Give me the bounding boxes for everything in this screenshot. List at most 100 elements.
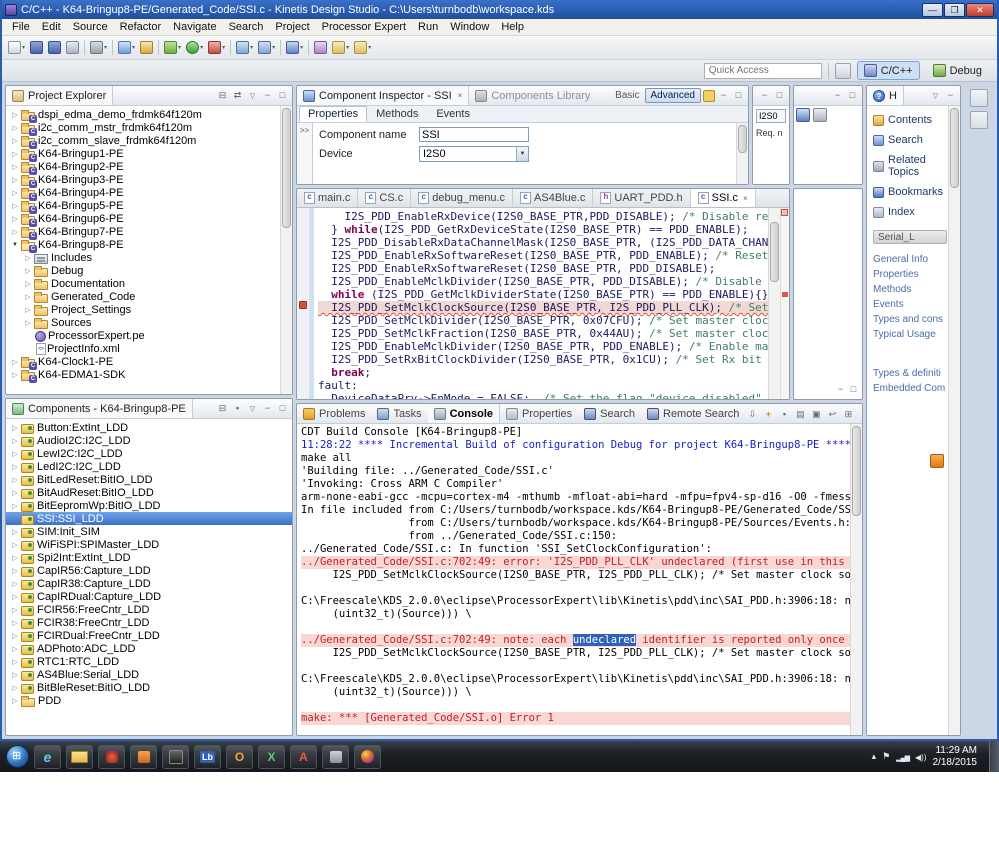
tree-expander-icon[interactable] — [10, 150, 20, 158]
tab-component-inspector[interactable]: Component Inspector - SSI — [297, 86, 470, 105]
console-scroll-down[interactable] — [745, 407, 759, 421]
minimize-icon[interactable] — [834, 383, 847, 396]
tree-expander-icon[interactable] — [10, 228, 20, 236]
minimize-icon[interactable] — [944, 89, 957, 102]
project-tree-item[interactable]: K64-Bringup4-PE — [6, 186, 280, 201]
minimized-view-button[interactable] — [970, 111, 988, 129]
code-line[interactable]: } while(I2S_PDD_GetRxDeviceState(I2S0_BA… — [318, 223, 768, 236]
toolbar-save-all[interactable] — [47, 40, 62, 55]
code-line[interactable]: I2S_PDD_EnableRxSoftwareReset(I2S0_BASE_… — [318, 262, 768, 275]
component-item[interactable]: CapIRDual:Capture_LDD — [6, 590, 292, 603]
tree-expander-icon[interactable] — [10, 593, 20, 601]
device-combo[interactable]: I2S0 — [419, 146, 529, 162]
action-center-icon[interactable] — [882, 751, 890, 762]
help-link[interactable]: Contents — [873, 114, 946, 126]
tab-components[interactable]: Components - K64-Bringup8-PE — [6, 399, 193, 418]
component-item[interactable]: WiFiSPI:SPIMaster_LDD — [6, 538, 292, 551]
tree-expander-icon[interactable] — [10, 111, 20, 119]
menu-item[interactable]: Window — [444, 20, 495, 34]
console-wrap[interactable] — [825, 407, 839, 421]
menu-item[interactable]: Search — [223, 20, 270, 34]
console-clear[interactable] — [793, 407, 807, 421]
tree-expander-icon[interactable] — [10, 450, 20, 458]
component-item[interactable]: LedI2C:I2C_LDD — [6, 460, 292, 473]
tree-expander-icon[interactable] — [10, 554, 20, 562]
editor-scrollbar[interactable] — [768, 208, 780, 399]
minimize-button[interactable]: — — [922, 2, 943, 17]
menu-item[interactable]: Source — [67, 20, 114, 34]
open-perspective-button[interactable] — [834, 62, 851, 79]
code-line[interactable]: DeviceDataPrv->EnMode = FALSE; /* Set th… — [318, 392, 768, 399]
menu-item[interactable]: File — [6, 20, 36, 34]
code-line[interactable]: I2S_PDD_EnableMclkDivider(I2S0_BASE_PTR,… — [318, 340, 768, 353]
toolbar-forward[interactable] — [353, 40, 372, 55]
toolbar-new[interactable] — [7, 40, 26, 55]
code-line[interactable]: I2S_PDD_SetMclkDivider(I2S0_BASE_PTR, 0x… — [318, 314, 768, 327]
tree-expander-icon[interactable] — [23, 306, 33, 314]
tab-close-icon[interactable] — [458, 91, 463, 100]
tree-expander-icon[interactable] — [10, 489, 20, 497]
help-link[interactable]: Related Topics — [873, 154, 946, 178]
minimized-view-button[interactable] — [970, 89, 988, 107]
taskbar-app-globe[interactable] — [354, 744, 381, 769]
console-tab[interactable]: Properties — [500, 404, 578, 423]
minimize-icon[interactable] — [831, 89, 844, 102]
minimize-icon[interactable] — [717, 89, 730, 102]
minimize-icon[interactable] — [758, 89, 771, 102]
component-item[interactable]: SSI:SSI_LDD — [6, 512, 292, 525]
editor-tab[interactable]: AS4Blue.c — [513, 189, 594, 207]
tree-expander-icon[interactable] — [10, 632, 20, 640]
inspector-tab[interactable]: Properties — [299, 106, 368, 122]
taskbar-app-blue-l[interactable] — [194, 744, 221, 769]
console-line[interactable]: from ../Generated_Code/SSI.c:150: — [301, 530, 850, 543]
toolbar-print[interactable] — [65, 40, 80, 55]
tree-expander-icon[interactable] — [10, 697, 20, 705]
toolbar-new-c-class[interactable] — [235, 40, 254, 55]
toolbar-search[interactable] — [285, 40, 304, 55]
code-line[interactable]: I2S_PDD_EnableRxDevice(I2S0_BASE_PTR,PDD… — [318, 210, 768, 223]
tree-expander-icon[interactable] — [10, 137, 20, 145]
taskbar-app-orange[interactable] — [130, 744, 157, 769]
component-item[interactable]: BitEepromWp:BitIO_LDD — [6, 499, 292, 512]
taskbar-excel[interactable] — [258, 744, 285, 769]
console-tab[interactable]: Tasks — [371, 404, 427, 423]
tree-expander-icon[interactable] — [10, 437, 20, 445]
overview-ruler[interactable] — [780, 208, 789, 399]
component-item[interactable]: SIM:Init_SIM — [6, 525, 292, 538]
component-item[interactable]: AudioI2C:I2C_LDD — [6, 434, 292, 447]
help-doc-link[interactable]: Types and cons — [873, 314, 946, 325]
project-tree-item[interactable]: K64-Bringup8-PE — [6, 238, 280, 253]
tree-expander-icon[interactable] — [23, 267, 33, 275]
quick-access-input[interactable] — [703, 62, 822, 79]
toolbar-new-c-file[interactable] — [257, 40, 276, 55]
component-item[interactable]: FCIR38:FreeCntr_LDD — [6, 616, 292, 629]
console-line[interactable]: 'Invoking: Cross ARM C Compiler' — [301, 478, 850, 491]
help-doc-link[interactable]: Events — [873, 299, 946, 310]
editor-tab[interactable]: debug_menu.c — [411, 189, 514, 207]
help-doc-link[interactable]: Types & definiti — [873, 368, 946, 379]
tab-components-library[interactable]: Components Library — [469, 86, 596, 105]
console-line[interactable]: make: *** [Generated_Code/SSI.o] Error 1 — [301, 712, 850, 725]
editor-tab[interactable]: main.c — [297, 189, 359, 207]
tree-expander-icon[interactable] — [10, 202, 20, 210]
collapse-all-icon[interactable] — [216, 89, 229, 102]
console-line[interactable]: ../Generated_Code/SSI.c: In function 'SS… — [301, 543, 850, 556]
tree-expander-icon[interactable] — [10, 189, 20, 197]
tree-expander-icon[interactable] — [10, 606, 20, 614]
project-tree-item[interactable]: K64-Bringup1-PE — [6, 147, 280, 162]
editor-code-lines[interactable]: I2S_PDD_EnableRxDevice(I2S0_BASE_PTR,PDD… — [314, 208, 768, 399]
component-name-input[interactable] — [419, 127, 529, 142]
console-line[interactable]: make all — [301, 452, 850, 465]
menu-item[interactable]: Refactor — [114, 20, 168, 34]
project-tree-item[interactable]: i2c_comm_mstr_frdmk64f120m — [6, 121, 280, 136]
tree-expander-icon[interactable] — [10, 502, 20, 510]
component-item[interactable]: BitBleReset:BitIO_LDD — [6, 681, 292, 694]
editor-tab[interactable]: UART_PDD.h — [593, 189, 691, 207]
minimize-icon[interactable] — [261, 89, 274, 102]
network-icon[interactable] — [896, 752, 909, 762]
component-item[interactable]: ADPhoto:ADC_LDD — [6, 642, 292, 655]
console-line[interactable]: I2S_PDD_SetMclkClockSource(I2S0_BASE_PTR… — [301, 569, 850, 582]
component-item[interactable]: CapIR56:Capture_LDD — [6, 564, 292, 577]
component-item[interactable]: RTC1:RTC_LDD — [6, 655, 292, 668]
tree-expander-icon[interactable] — [10, 528, 20, 536]
